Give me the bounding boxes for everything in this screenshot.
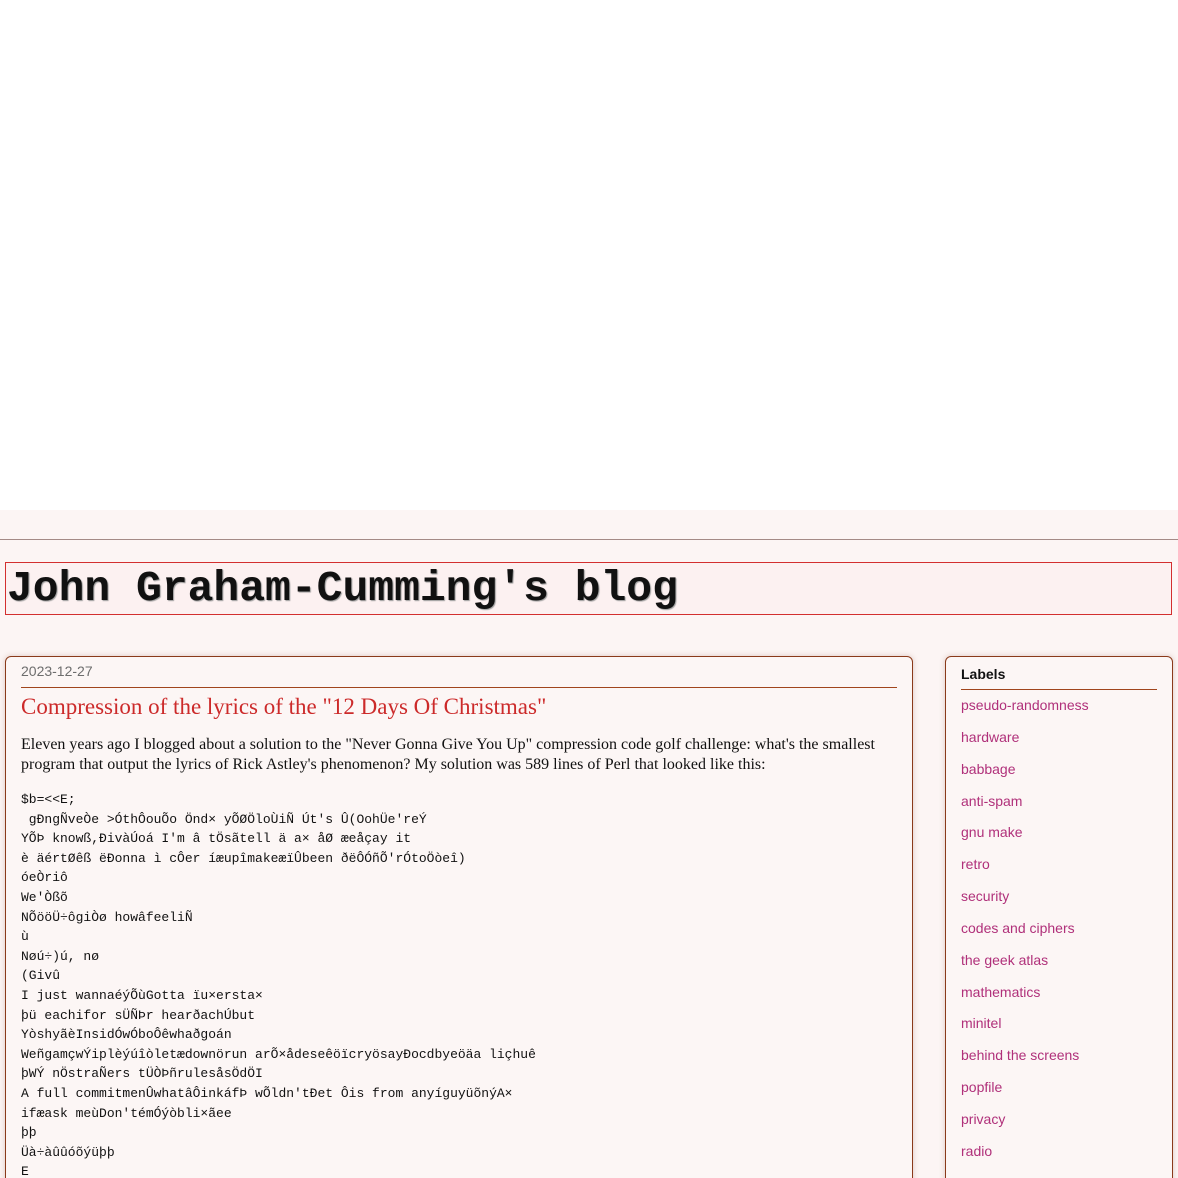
label-link-hardware[interactable]: hardware <box>961 727 1089 759</box>
code-line: ù <box>21 929 29 945</box>
label-link-codes-and-ciphers[interactable]: codes and ciphers <box>961 918 1089 950</box>
top-divider <box>0 539 1178 540</box>
code-line: E <box>21 1164 29 1178</box>
labels-divider <box>961 689 1157 690</box>
code-line: $b=<<E; <box>21 792 76 807</box>
post-intro: Eleven years ago I blogged about a solut… <box>21 736 875 773</box>
label-link-security[interactable]: security <box>961 886 1089 918</box>
code-line: (Givû <box>21 968 61 984</box>
code-line: A full commitmenÛwhatâÔinkáfÞ wÕldn'tÐet… <box>21 1085 513 1101</box>
labels-heading: Labels <box>961 666 1006 682</box>
label-link-retro[interactable]: retro <box>961 854 1089 886</box>
code-line: YÕÞ knowß,ÐivàÚoá I'm â tÖsãtell ä a× åØ… <box>21 831 412 847</box>
label-link-anti-spam[interactable]: anti-spam <box>961 791 1089 823</box>
labels-sidebar: Labels pseudo-randomness hardware babbag… <box>945 656 1173 1178</box>
code-line: þWÝ nÖstraÑers tÜÒÞñrulesåsÖdÖI <box>21 1066 263 1082</box>
label-link-gnu-make[interactable]: gnu make <box>961 822 1089 854</box>
blog-page: John Graham-Cumming's blog 2023-12-27 Co… <box>0 510 1178 1178</box>
code-line: Üà÷àûûóõýüþþ <box>21 1144 115 1160</box>
label-link-popfile[interactable]: popfile <box>961 1077 1089 1109</box>
label-list: pseudo-randomness hardware babbage anti-… <box>961 695 1089 1173</box>
code-line: Nøú÷)ú, nø <box>21 948 100 964</box>
code-line: YòshyãèInsidÓwÓboÔêwhaðgoán <box>21 1027 232 1043</box>
code-line: WeñgamçwÝiplèýúîòletædownörun arÕ×ådeseê… <box>21 1046 536 1062</box>
label-link-radio[interactable]: radio <box>961 1141 1089 1173</box>
code-line: þþ <box>21 1125 37 1141</box>
blog-title[interactable]: John Graham-Cumming's blog <box>7 565 678 613</box>
blank-area <box>0 0 1178 510</box>
code-line: è äértØêß ëÐonna ì cÔer íæupîmakeæïÛbeen… <box>21 850 466 866</box>
code-line: NÕööÜ÷ôgiÒø howâfeeliÑ <box>21 909 193 925</box>
code-line: We'Òßõ <box>21 889 68 905</box>
code-line: þü eachifor sÜÑÞr hearðachÚbut <box>21 1007 256 1023</box>
label-link-pseudo-randomness[interactable]: pseudo-randomness <box>961 695 1089 727</box>
code-block: $b=<<E; gÐngÑveÒe >ÓthÔouÕo Önd× yÕØÖloÙ… <box>21 790 536 1178</box>
label-link-privacy[interactable]: privacy <box>961 1109 1089 1141</box>
code-line: I just wannaéýÕùGotta ïu×ersta× <box>21 987 263 1003</box>
label-link-the-geek-atlas[interactable]: the geek atlas <box>961 950 1089 982</box>
label-link-mathematics[interactable]: mathematics <box>961 982 1089 1014</box>
post-title[interactable]: Compression of the lyrics of the "12 Day… <box>21 694 546 720</box>
label-link-behind-the-screens[interactable]: behind the screens <box>961 1045 1089 1077</box>
code-line: ifæask meùDon'témÓýòbli×ãee <box>21 1105 232 1121</box>
label-link-babbage[interactable]: babbage <box>961 759 1089 791</box>
post-date: 2023-12-27 <box>21 663 93 679</box>
code-line: gÐngÑveÒe >ÓthÔouÕo Önd× yÕØÖloÙiÑ Út's … <box>21 811 427 827</box>
post-container: 2023-12-27 Compression of the lyrics of … <box>5 656 913 1178</box>
post-divider <box>21 687 897 688</box>
label-link-minitel[interactable]: minitel <box>961 1013 1089 1045</box>
blog-header: John Graham-Cumming's blog <box>5 562 1172 615</box>
code-line: óeÒriô <box>21 870 68 886</box>
